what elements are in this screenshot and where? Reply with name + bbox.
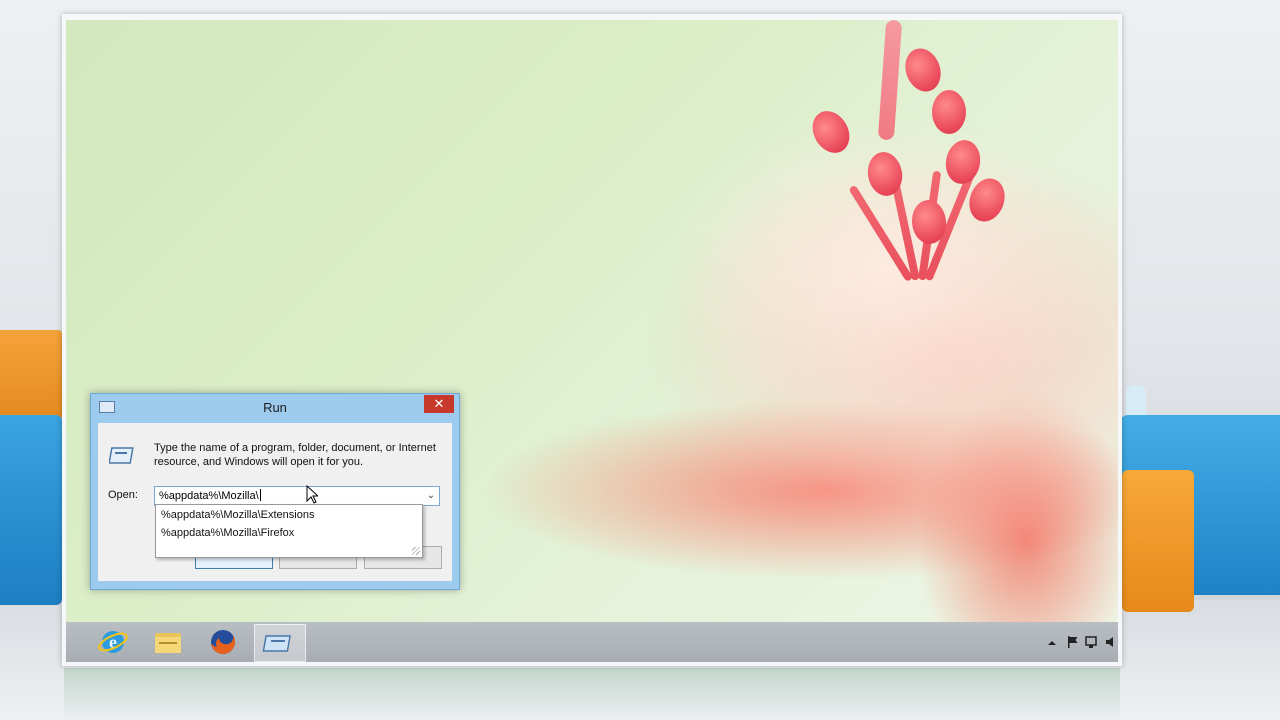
run-dialog: Run ✕ Type the name of a program, folder… xyxy=(90,393,460,590)
taskbar-run-button[interactable] xyxy=(254,624,306,662)
open-input[interactable]: %appdata%\Mozilla\ xyxy=(159,489,261,502)
flower-anther xyxy=(932,90,966,134)
flower-anther xyxy=(942,137,984,187)
orange-cushion-right xyxy=(1122,470,1194,612)
ie-icon: e xyxy=(98,631,128,653)
orange-cushion-left xyxy=(0,330,62,420)
folder-icon xyxy=(155,633,181,653)
flower-stem xyxy=(877,20,903,141)
open-combobox[interactable]: %appdata%\Mozilla\ ⌄ xyxy=(154,486,440,506)
close-button[interactable]: ✕ xyxy=(424,395,454,413)
flower-anther xyxy=(805,104,857,160)
taskbar-file-explorer-button[interactable] xyxy=(143,624,193,660)
run-icon xyxy=(109,447,134,464)
notification-area xyxy=(1046,634,1118,650)
autocomplete-item[interactable]: %appdata%\Mozilla\Extensions xyxy=(161,509,314,521)
open-input-text: %appdata%\Mozilla\ xyxy=(159,490,259,502)
taskbar-internet-explorer-button[interactable]: e xyxy=(88,624,138,660)
network-icon[interactable] xyxy=(1085,636,1097,648)
taskbar-firefox-button[interactable] xyxy=(198,624,248,660)
autocomplete-list: %appdata%\Mozilla\Extensions %appdata%\M… xyxy=(155,504,423,558)
taskbar: e xyxy=(66,622,1118,662)
shelf-decoration xyxy=(1126,385,1146,415)
run-dialog-titlebar[interactable]: Run ✕ xyxy=(91,394,459,422)
blue-sofa-left xyxy=(0,415,62,605)
run-description: Type the name of a program, folder, docu… xyxy=(154,442,436,468)
volume-icon[interactable] xyxy=(1106,637,1113,647)
show-hidden-icons-arrow-icon[interactable] xyxy=(1048,641,1056,645)
autocomplete-item[interactable]: %appdata%\Mozilla\Firefox xyxy=(161,527,294,539)
text-caret xyxy=(259,489,261,501)
resize-grip-icon[interactable] xyxy=(412,547,420,555)
run-dialog-title: Run xyxy=(263,400,287,415)
chevron-down-icon[interactable]: ⌄ xyxy=(423,487,439,505)
action-center-flag-icon[interactable] xyxy=(1068,636,1078,648)
firefox-icon xyxy=(211,630,235,654)
mouse-cursor-icon xyxy=(306,485,318,504)
flower-anther xyxy=(899,43,947,97)
run-icon xyxy=(262,635,291,652)
screen-reflection xyxy=(64,668,1120,720)
open-label: Open: xyxy=(108,489,138,501)
